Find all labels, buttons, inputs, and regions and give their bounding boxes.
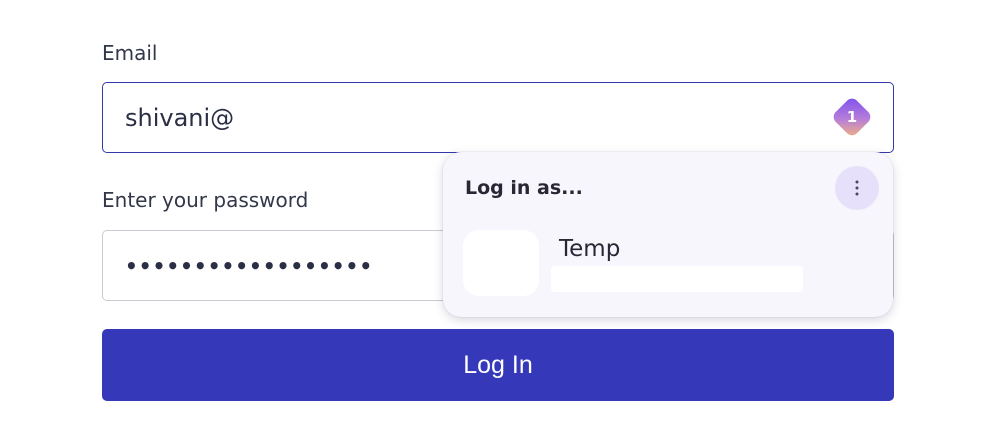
account-name: Temp: [559, 236, 621, 262]
autofill-popup: Log in as... Temp: [443, 152, 893, 317]
password-label: Enter your password: [102, 188, 309, 212]
email-input[interactable]: shivani@ 1: [102, 82, 894, 153]
autofill-badge-count: 1: [846, 108, 858, 126]
login-button[interactable]: Log In: [102, 329, 894, 401]
email-input-value: shivani@: [125, 103, 235, 132]
autofill-popup-title: Log in as...: [465, 177, 583, 199]
account-email-redacted: [551, 266, 803, 292]
avatar: [463, 230, 539, 296]
more-options-button[interactable]: [835, 166, 879, 210]
account-option[interactable]: Temp: [463, 230, 873, 296]
more-vertical-icon: [855, 180, 859, 196]
password-input-value: ••••••••••••••••••: [125, 253, 374, 278]
autofill-badge-icon[interactable]: 1: [830, 95, 874, 139]
email-label: Email: [102, 41, 158, 65]
